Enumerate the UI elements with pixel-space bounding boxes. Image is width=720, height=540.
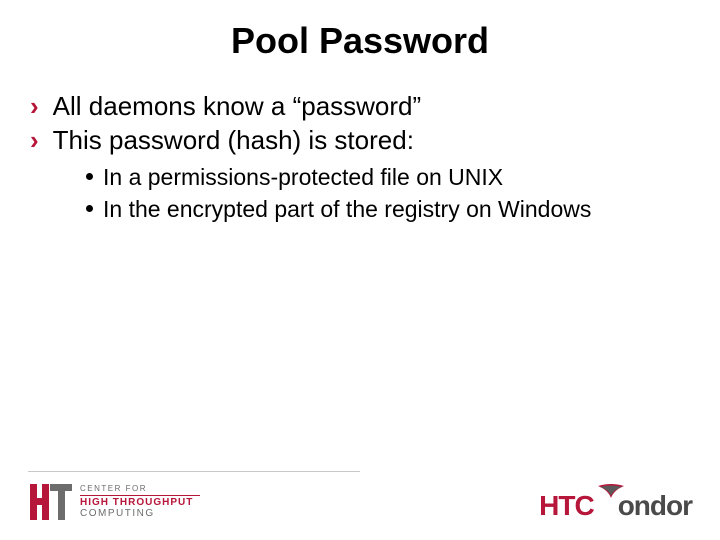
sub-bullet-list: In a permissions-protected file on UNIX … xyxy=(30,162,690,224)
bullet-text: All daemons know a “password” xyxy=(53,90,422,122)
ht-mark-icon xyxy=(28,482,72,522)
logo-text-part: ondor xyxy=(618,490,692,522)
logo-line: COMPUTING xyxy=(80,509,200,520)
bullet-item: › All daemons know a “password” xyxy=(30,90,690,122)
sub-bullet-text: In the encrypted part of the registry on… xyxy=(103,194,591,224)
bullet-item: › This password (hash) is stored: xyxy=(30,124,690,156)
chtc-logo: CENTER FOR HIGH THROUGHPUT COMPUTING xyxy=(28,482,200,522)
htcondor-logo: HTC ondor xyxy=(539,490,692,522)
chevron-right-icon: › xyxy=(30,124,39,156)
footer-divider xyxy=(28,471,360,472)
slide-content: › All daemons know a “password” › This p… xyxy=(0,90,720,224)
logo-text-part: HTC xyxy=(539,490,594,522)
logo-line: CENTER FOR xyxy=(80,485,200,493)
bullet-text: This password (hash) is stored: xyxy=(53,124,414,156)
chevron-right-icon: › xyxy=(30,90,39,122)
slide-title: Pool Password xyxy=(0,0,720,90)
sub-bullet-item: In a permissions-protected file on UNIX xyxy=(86,162,690,192)
logo-divider xyxy=(80,495,200,496)
chtc-logo-text: CENTER FOR HIGH THROUGHPUT COMPUTING xyxy=(80,485,200,519)
dot-icon xyxy=(86,173,93,180)
slide-footer: CENTER FOR HIGH THROUGHPUT COMPUTING HTC… xyxy=(0,482,720,522)
dot-icon xyxy=(86,205,93,212)
sub-bullet-item: In the encrypted part of the registry on… xyxy=(86,194,690,224)
wing-icon xyxy=(596,484,626,500)
sub-bullet-text: In a permissions-protected file on UNIX xyxy=(103,162,503,192)
